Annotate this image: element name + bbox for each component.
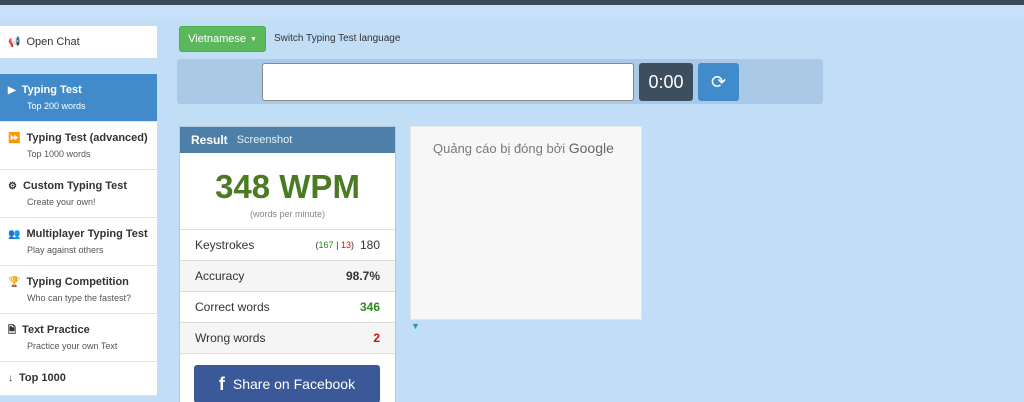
open-chat-label: Open Chat	[26, 36, 80, 48]
sidebar: 📢 Open Chat ▶ Typing Test Top 200 words ⏩…	[0, 26, 158, 402]
keystrokes-row: Keystrokes (167 | 13) 180	[180, 230, 395, 261]
megaphone-icon: 📢	[8, 36, 21, 48]
sidebar-item-custom-typing-test[interactable]: ⚙ Custom Typing Test Create your own!	[0, 170, 157, 218]
accuracy-label: Accuracy	[195, 269, 245, 283]
wpm-subtitle: (words per minute)	[249, 209, 326, 219]
language-hint: Switch Typing Test language	[274, 33, 401, 44]
screenshot-link[interactable]: Screenshot	[237, 134, 293, 146]
top-highlight-strip	[0, 5, 1024, 19]
sidebar-item-typing-test[interactable]: ▶ Typing Test Top 200 words	[0, 74, 157, 122]
sidebar-item-title: Typing Test (advanced)	[26, 132, 148, 144]
users-icon: 👥	[8, 229, 21, 240]
sidebar-item-subtitle: Who can type the fastest?	[27, 293, 132, 303]
keystrokes-separator: |	[336, 240, 339, 250]
facebook-icon: f	[218, 373, 225, 394]
refresh-icon: ⟳	[710, 71, 727, 92]
cogs-icon: ⚙	[8, 181, 17, 192]
fast-forward-icon: ⏩	[8, 133, 21, 144]
sidebar-item-title: Typing Competition	[26, 276, 129, 288]
google-label: Google	[568, 140, 614, 156]
list-icon: ↓	[8, 373, 13, 384]
reset-button[interactable]: ⟳	[698, 63, 739, 101]
sidebar-item-multiplayer[interactable]: 👥 Multiplayer Typing Test Play against ot…	[0, 218, 157, 266]
correct-words-value: 346	[359, 300, 380, 314]
sidebar-item-title: Typing Test	[21, 84, 82, 96]
caret-down-icon: ▼	[249, 35, 257, 43]
sidebar-item-competition[interactable]: 🏆 Typing Competition Who can type the fas…	[0, 266, 157, 314]
ad-choices-icon[interactable]: ▼	[411, 321, 420, 331]
sidebar-item-subtitle: Create your own!	[27, 197, 96, 207]
keystrokes-wrong: 13	[340, 240, 351, 250]
typing-input[interactable]	[262, 63, 634, 101]
sidebar-item-title: Text Practice	[22, 324, 90, 336]
timer: 0:00	[639, 63, 693, 101]
open-chat-button[interactable]: 📢 Open Chat	[0, 26, 157, 58]
result-header: Result Screenshot	[180, 127, 395, 153]
sidebar-item-typing-test-advanced[interactable]: ⏩ Typing Test (advanced) Top 1000 words	[0, 122, 157, 170]
keystrokes-correct: 167	[318, 240, 334, 250]
sidebar-item-top-1000[interactable]: ↓ Top 1000	[0, 362, 157, 396]
accuracy-row: Accuracy 98.7%	[180, 261, 395, 292]
language-selected: Vietnamese	[188, 33, 246, 45]
sidebar-item-subtitle: Top 1000 words	[27, 149, 91, 159]
correct-words-row: Correct words 346	[180, 292, 395, 323]
sidebar-item-title: Top 1000	[19, 372, 66, 384]
sidebar-item-title: Custom Typing Test	[22, 180, 128, 192]
keystrokes-label: Keystrokes	[195, 238, 255, 252]
wpm-value: 348 WPM	[215, 168, 360, 205]
trophy-icon: 🏆	[8, 277, 21, 288]
keystrokes-total: 180	[359, 238, 380, 252]
sidebar-item-subtitle: Practice your own Text	[27, 341, 118, 351]
play-icon: ▶	[8, 85, 16, 96]
correct-words-label: Correct words	[195, 300, 270, 314]
share-facebook-button[interactable]: f Share on Facebook	[194, 365, 380, 402]
keystrokes-detail: (167 | 13)	[316, 240, 354, 250]
sidebar-item-subtitle: Top 200 words	[27, 101, 86, 111]
result-title: Result	[191, 133, 228, 147]
ad-closed-message: Quảng cáo bị đóng bởi Google	[433, 140, 614, 156]
file-icon: 🗎	[8, 325, 17, 336]
language-dropdown[interactable]: Vietnamese ▼	[179, 26, 266, 52]
wrong-words-label: Wrong words	[195, 331, 266, 345]
result-rows: Keystrokes (167 | 13) 180 Accuracy 98.7%…	[180, 229, 395, 354]
sidebar-item-title: Multiplayer Typing Test	[26, 228, 148, 240]
sidebar-item-subtitle: Play against others	[27, 245, 104, 255]
share-facebook-label: Share on Facebook	[232, 376, 356, 392]
ad-closed-text: Quảng cáo bị đóng bởi	[433, 141, 566, 156]
wrong-words-row: Wrong words 2	[180, 323, 395, 354]
result-panel: Result Screenshot 348 WPM (words per min…	[179, 126, 396, 402]
sidebar-menu: ▶ Typing Test Top 200 words ⏩ Typing Test …	[0, 74, 157, 396]
accuracy-value: 98.7%	[345, 269, 380, 283]
ad-box: Quảng cáo bị đóng bởi Google	[410, 126, 642, 320]
sidebar-item-text-practice[interactable]: 🗎 Text Practice Practice your own Text	[0, 314, 157, 362]
keystrokes-values: (167 | 13) 180	[316, 238, 380, 252]
keystrokes-close-paren: )	[350, 240, 354, 250]
wrong-words-value: 2	[373, 331, 380, 345]
